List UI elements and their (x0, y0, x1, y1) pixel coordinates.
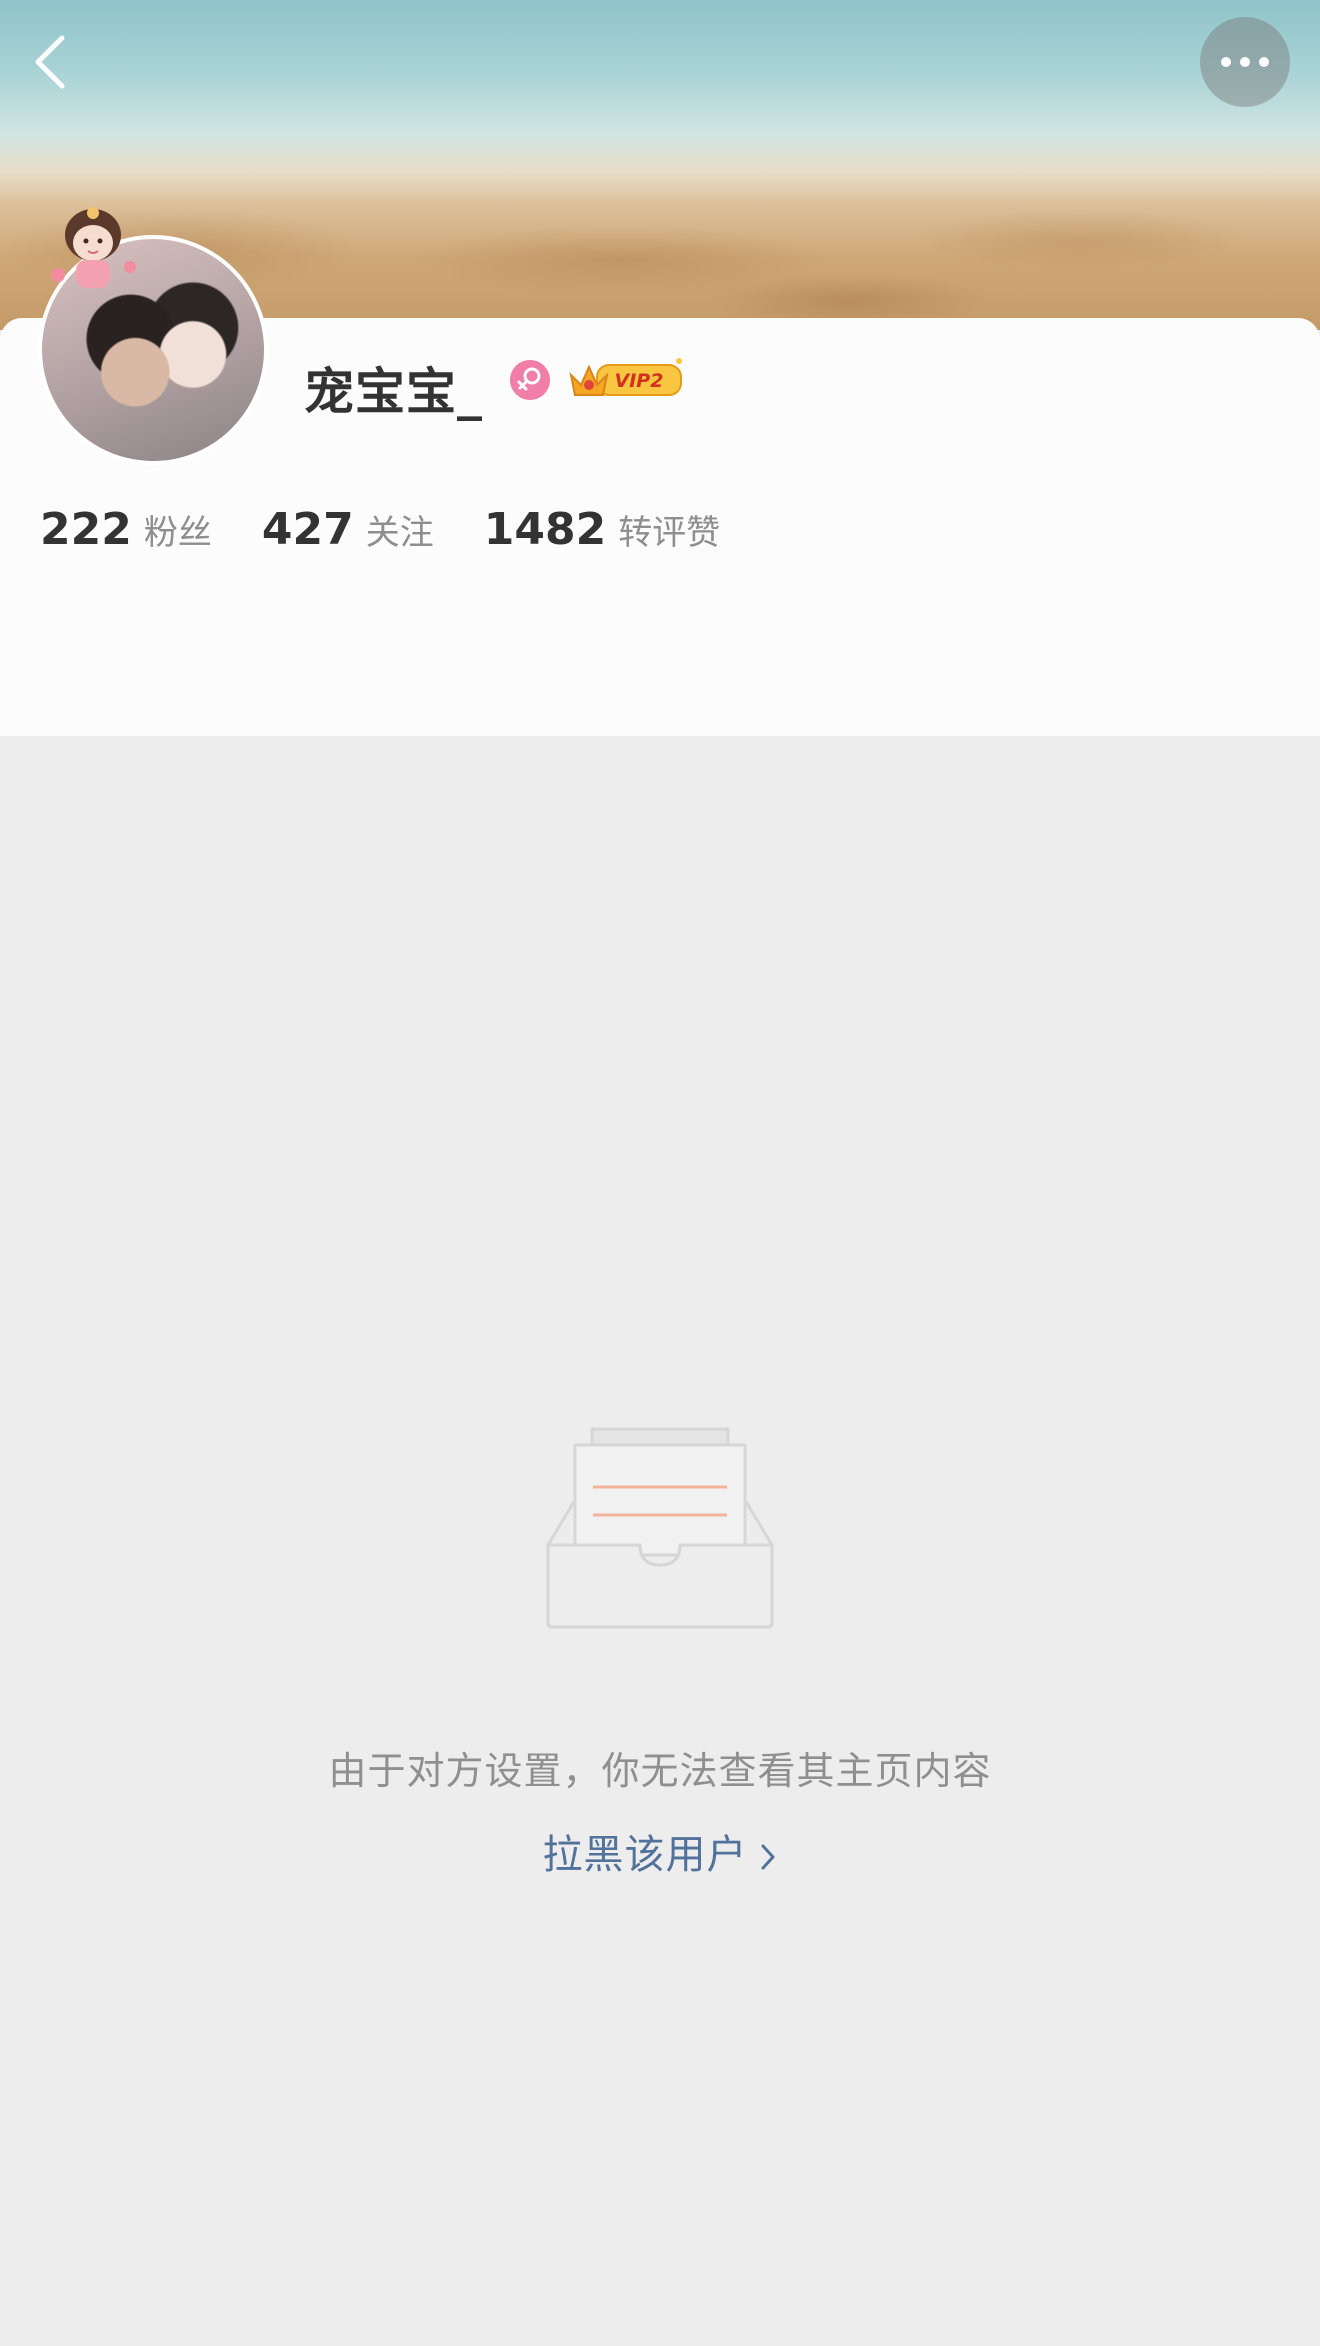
stat-value: 427 (261, 504, 354, 555)
back-button[interactable] (28, 30, 78, 100)
vip-badge[interactable]: VIP2 (567, 355, 685, 403)
avatar-pendant-icon (51, 207, 136, 288)
stat-followers[interactable]: 222 粉丝 (40, 504, 212, 555)
more-dot (1240, 57, 1250, 67)
chevron-left-icon (35, 35, 65, 89)
stat-interactions[interactable]: 1482 转评赞 (484, 504, 720, 555)
stat-label: 转评赞 (618, 513, 721, 553)
profile-page: 宠宝宝_ VIP2 222 粉丝 427 关注 1482 转评赞 由于对方设置，… (0, 0, 1320, 2346)
username: 宠宝宝_ (304, 363, 483, 421)
more-dots-icon (1221, 57, 1231, 67)
stat-value: 1482 (483, 504, 607, 555)
vip-badge-label: VIP2 (615, 370, 664, 392)
stats-row: 222 粉丝 427 关注 1482 转评赞 (40, 504, 770, 564)
stat-label: 粉丝 (143, 513, 212, 553)
block-user-link[interactable]: 拉黑该用户 (0, 1822, 1320, 1880)
stat-value: 222 (40, 504, 132, 555)
more-button[interactable] (1200, 17, 1290, 107)
stat-following[interactable]: 427 关注 (262, 504, 434, 555)
block-user-label: 拉黑该用户 (542, 1832, 748, 1878)
more-dot (1259, 57, 1269, 67)
empty-state-message: 由于对方设置，你无法查看其主页内容 (328, 1749, 992, 1793)
chevron-right-icon (761, 1844, 774, 1870)
female-icon (510, 360, 550, 400)
empty-inbox-icon (545, 1427, 775, 1629)
crown-icon: VIP2 (569, 358, 682, 396)
stat-label: 关注 (365, 513, 434, 553)
